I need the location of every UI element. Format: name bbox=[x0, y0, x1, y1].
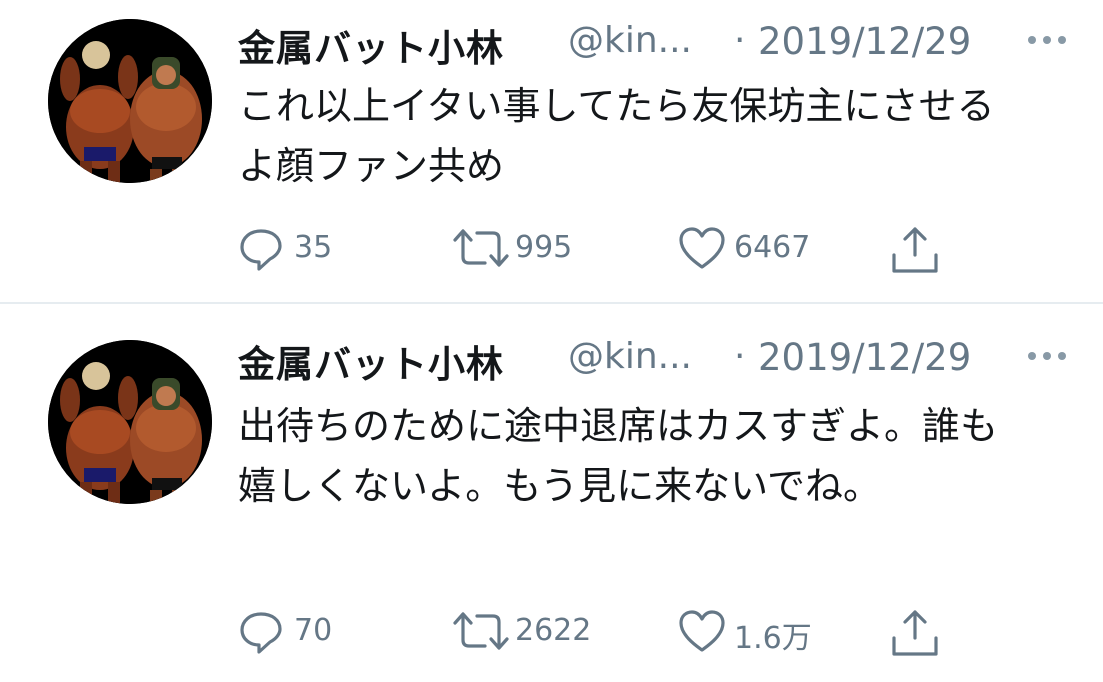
tweet[interactable]: 金属バット小林 @kin... · 2019/12/29 出待ちのために途中退席… bbox=[0, 304, 1103, 682]
like-heart-icon bbox=[679, 227, 725, 269]
more-dots-icon[interactable] bbox=[1028, 352, 1068, 362]
user-handle[interactable]: @kin... bbox=[568, 20, 692, 61]
avatar-image bbox=[48, 19, 212, 183]
retweet-count: 995 bbox=[515, 230, 573, 265]
tweet-actions: 70 2622 1.6万 bbox=[238, 606, 958, 656]
more-dots-icon[interactable] bbox=[1028, 36, 1068, 46]
reply-icon bbox=[240, 229, 282, 271]
tweet-header: 金属バット小林 @kin... · 2019/12/29 bbox=[238, 334, 1068, 386]
tweet-text: 出待ちのために途中退席はカスすぎよ。誰も嬉しくないよ。もう見に来ないでね。 bbox=[238, 404, 999, 508]
retweet-icon bbox=[453, 229, 509, 267]
reply-count: 35 bbox=[294, 230, 333, 265]
display-name[interactable]: 金属バット小林 bbox=[238, 334, 504, 388]
reply-icon bbox=[240, 612, 282, 654]
tweet-text: これ以上イタい事してたら友保坊主にさせるよ顔ファン共め bbox=[238, 84, 995, 188]
retweet-count: 2622 bbox=[515, 613, 592, 648]
avatar[interactable] bbox=[48, 19, 212, 183]
display-name[interactable]: 金属バット小林 bbox=[238, 18, 504, 72]
tweet-date[interactable]: 2019/12/29 bbox=[758, 336, 971, 379]
share-icon bbox=[892, 610, 938, 656]
separator-dot: · bbox=[734, 336, 746, 377]
like-heart-icon bbox=[679, 610, 725, 652]
separator-dot: · bbox=[734, 20, 746, 61]
tweet[interactable]: 金属バット小林 @kin... · 2019/12/29 これ以上イタい事してた… bbox=[0, 0, 1103, 302]
tweet-date[interactable]: 2019/12/29 bbox=[758, 20, 971, 63]
like-count: 6467 bbox=[734, 230, 811, 265]
tweet-header: 金属バット小林 @kin... · 2019/12/29 bbox=[238, 18, 1068, 70]
avatar-image bbox=[48, 340, 212, 504]
share-icon bbox=[892, 227, 938, 273]
like-count: 1.6万 bbox=[734, 621, 812, 656]
avatar[interactable] bbox=[48, 340, 212, 504]
user-handle[interactable]: @kin... bbox=[568, 336, 692, 377]
tweet-actions: 35 995 6467 bbox=[238, 223, 958, 273]
reply-count: 70 bbox=[294, 613, 333, 648]
retweet-icon bbox=[453, 612, 509, 650]
